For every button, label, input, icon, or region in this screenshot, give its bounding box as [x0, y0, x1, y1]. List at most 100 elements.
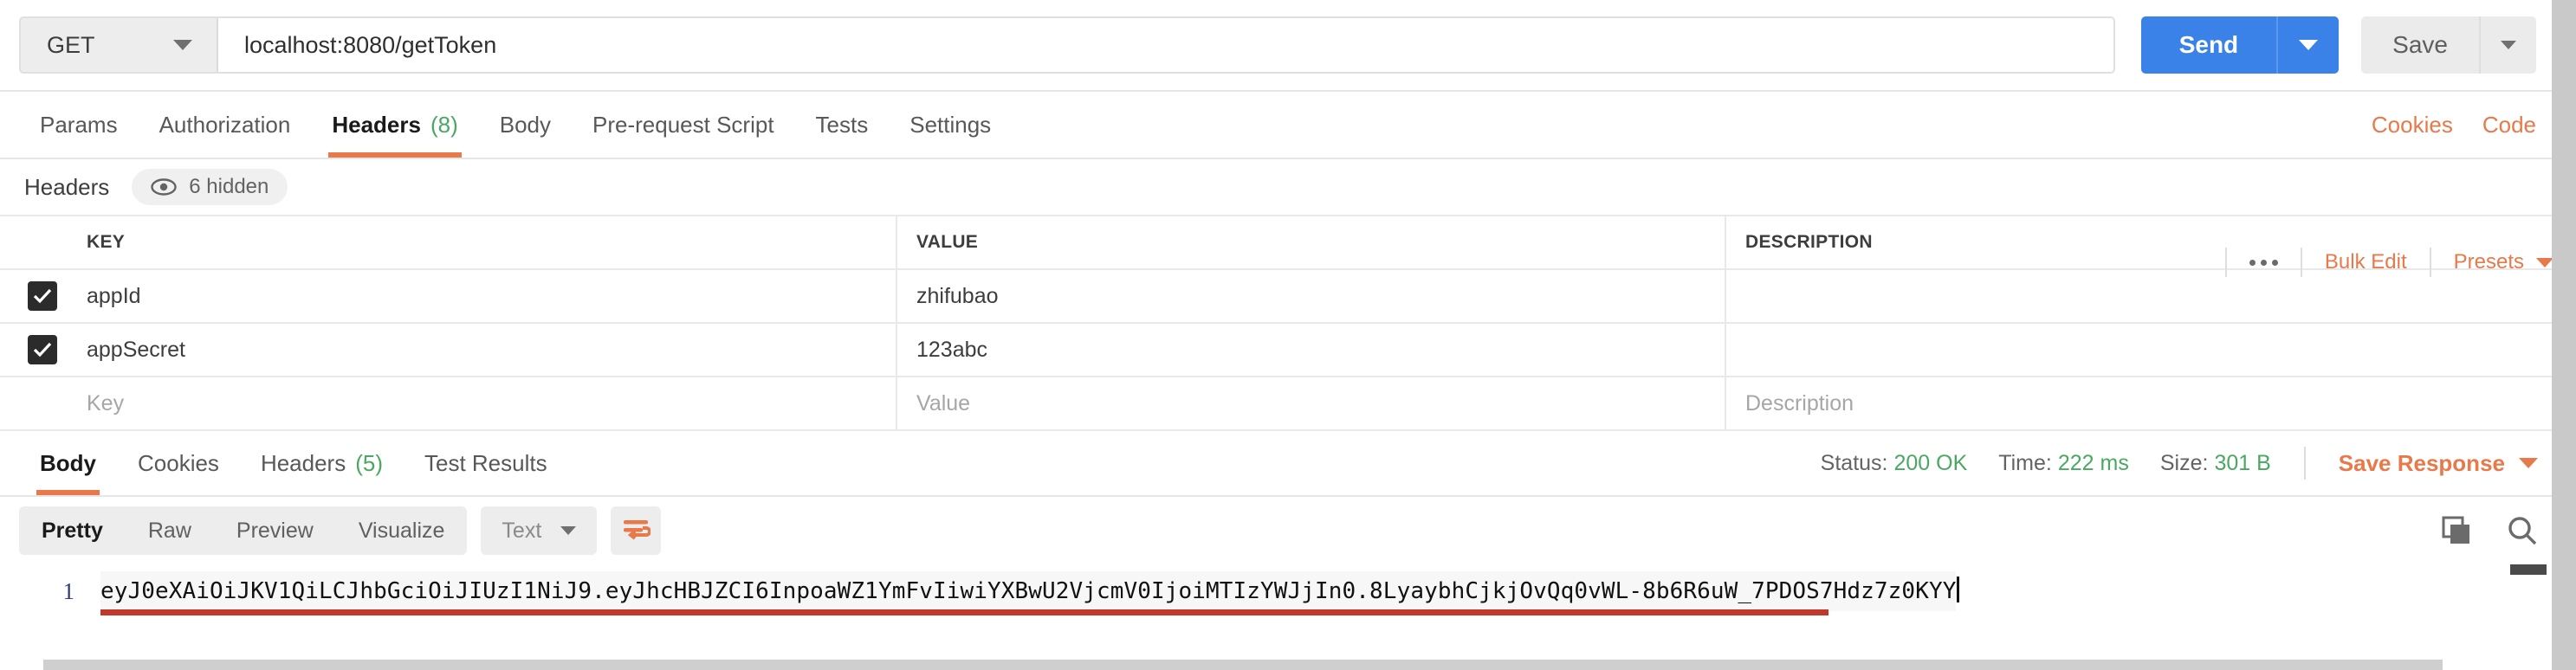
chevron-down-icon: [2536, 257, 2553, 267]
status-label: Status:: [1820, 450, 1888, 475]
headers-table: KEY VALUE DESCRIPTION appId zhifubao app…: [0, 215, 2576, 431]
tab-authorization[interactable]: Authorization: [139, 92, 312, 158]
horizontal-scrollbar[interactable]: [43, 660, 2502, 670]
search-icon[interactable]: [2507, 515, 2538, 546]
line-number-gutter: 1: [0, 571, 100, 611]
status-metric: Status: 200 OK: [1821, 451, 1968, 476]
response-body-toolbar: Pretty Raw Preview Visualize Text: [0, 497, 2576, 564]
word-wrap-button[interactable]: [611, 506, 662, 555]
size-value: 301 B: [2214, 450, 2271, 475]
send-options-button[interactable]: [2276, 16, 2340, 74]
new-row-value-input[interactable]: Value: [896, 376, 1726, 431]
url-input[interactable]: localhost:8080/getToken: [218, 18, 2113, 72]
save-options-button[interactable]: [2479, 16, 2536, 74]
headers-title: Headers: [24, 173, 110, 200]
bulk-edit-button[interactable]: Bulk Edit: [2300, 248, 2430, 277]
format-label: Text: [502, 518, 542, 543]
code-scrollbar-thumb[interactable]: [2510, 564, 2547, 575]
status-value: 200 OK: [1893, 450, 1968, 475]
hidden-headers-label: 6 hidden: [189, 175, 269, 198]
chevron-down-icon: [2501, 41, 2516, 49]
row-description[interactable]: [1725, 322, 2576, 377]
tab-label: Body: [40, 449, 96, 476]
row-checkbox-cell: [0, 376, 68, 431]
view-mode-group: Pretty Raw Preview Visualize: [19, 506, 468, 555]
row-checkbox[interactable]: [28, 389, 57, 418]
save-button-group: Save: [2361, 16, 2536, 74]
column-header-value: VALUE: [896, 215, 1726, 270]
more-options-button[interactable]: [2224, 248, 2301, 277]
tab-tests[interactable]: Tests: [795, 92, 890, 158]
save-response-label: Save Response: [2338, 449, 2505, 476]
headers-subheader: Headers 6 hidden: [0, 159, 2576, 215]
cookies-link[interactable]: Cookies: [2372, 112, 2453, 139]
new-row-key-input[interactable]: Key: [68, 376, 897, 431]
select-all-cell: [0, 215, 68, 270]
presets-label: Presets: [2453, 250, 2524, 274]
copy-icon[interactable]: [2441, 515, 2472, 546]
tab-headers[interactable]: Headers (8): [311, 92, 478, 158]
row-checkbox[interactable]: [28, 281, 57, 311]
http-method-label: GET: [47, 31, 95, 58]
request-tabs-actions: Cookies Code: [2372, 92, 2536, 158]
tab-settings[interactable]: Settings: [889, 92, 1012, 158]
time-metric: Time: 222 ms: [1998, 451, 2129, 476]
row-key[interactable]: appId: [68, 268, 897, 324]
send-button-group: Send: [2140, 16, 2340, 74]
tab-pre-request-script[interactable]: Pre-request Script: [572, 92, 795, 158]
tab-label: Test Results: [424, 449, 547, 476]
time-label: Time:: [1998, 450, 2052, 475]
table-header-row: KEY VALUE DESCRIPTION: [0, 215, 2576, 270]
method-url-group: GET localhost:8080/getToken: [19, 16, 2115, 74]
tab-body[interactable]: Body: [479, 92, 572, 158]
check-icon: [33, 288, 52, 304]
table-row: appSecret 123abc: [0, 322, 2576, 377]
response-tab-cookies[interactable]: Cookies: [117, 431, 240, 495]
response-body-token: eyJ0eXAiOiJKV1QiLCJhbGciOiJIUzI1NiJ9.eyJ…: [100, 571, 1957, 611]
code-line[interactable]: eyJ0eXAiOiJKV1QiLCJhbGciOiJIUzI1NiJ9.eyJ…: [100, 571, 2576, 615]
view-mode-preview[interactable]: Preview: [214, 506, 336, 555]
save-button[interactable]: Save: [2361, 16, 2479, 74]
view-mode-raw[interactable]: Raw: [126, 506, 214, 555]
horizontal-scrollbar-thumb[interactable]: [43, 660, 2443, 670]
tab-label: Cookies: [138, 449, 219, 476]
send-button[interactable]: Send: [2140, 16, 2277, 74]
time-value: 222 ms: [2057, 450, 2129, 475]
chevron-down-icon: [173, 40, 192, 50]
tab-label: Params: [40, 111, 118, 138]
row-checkbox-cell: [0, 322, 68, 377]
tab-label: Authorization: [159, 111, 291, 138]
view-mode-pretty[interactable]: Pretty: [19, 506, 126, 555]
tab-count-badge: (8): [430, 111, 458, 138]
tab-label: Pre-request Script: [592, 111, 774, 138]
url-input-value: localhost:8080/getToken: [244, 31, 497, 58]
http-method-select[interactable]: GET: [21, 18, 218, 72]
request-tabs: Params Authorization Headers (8) Body Pr…: [0, 92, 2576, 159]
row-key[interactable]: appSecret: [68, 322, 897, 377]
tab-params[interactable]: Params: [19, 92, 139, 158]
row-value[interactable]: 123abc: [896, 322, 1726, 377]
column-header-label: DESCRIPTION: [1745, 232, 1873, 252]
chevron-down-icon: [2519, 458, 2538, 468]
word-wrap-icon: [624, 520, 651, 540]
code-link[interactable]: Code: [2482, 112, 2536, 139]
view-mode-visualize[interactable]: Visualize: [336, 506, 468, 555]
response-tab-test-results[interactable]: Test Results: [404, 431, 568, 495]
hidden-headers-toggle[interactable]: 6 hidden: [132, 169, 288, 205]
tab-label: Tests: [815, 111, 869, 138]
response-tab-body[interactable]: Body: [19, 431, 117, 495]
format-select[interactable]: Text: [481, 506, 598, 555]
tab-label: Body: [499, 111, 552, 138]
text-cursor: [1957, 577, 1960, 602]
vertical-scrollbar[interactable]: [2552, 0, 2576, 670]
size-metric: Size: 301 B: [2160, 451, 2271, 476]
new-row-description-input[interactable]: Description: [1725, 376, 2576, 431]
row-value[interactable]: zhifubao: [896, 268, 1726, 324]
response-body-editor: 1 eyJ0eXAiOiJKV1QiLCJhbGciOiJIUzI1NiJ9.e…: [0, 564, 2576, 637]
response-body-actions: [2441, 515, 2538, 546]
save-response-button[interactable]: Save Response: [2303, 447, 2538, 480]
response-tab-headers[interactable]: Headers (5): [240, 431, 404, 495]
response-metrics: Status: 200 OK Time: 222 ms Size: 301 B Sav…: [1790, 431, 2538, 495]
chevron-down-icon: [2299, 40, 2319, 50]
row-checkbox[interactable]: [28, 335, 57, 364]
